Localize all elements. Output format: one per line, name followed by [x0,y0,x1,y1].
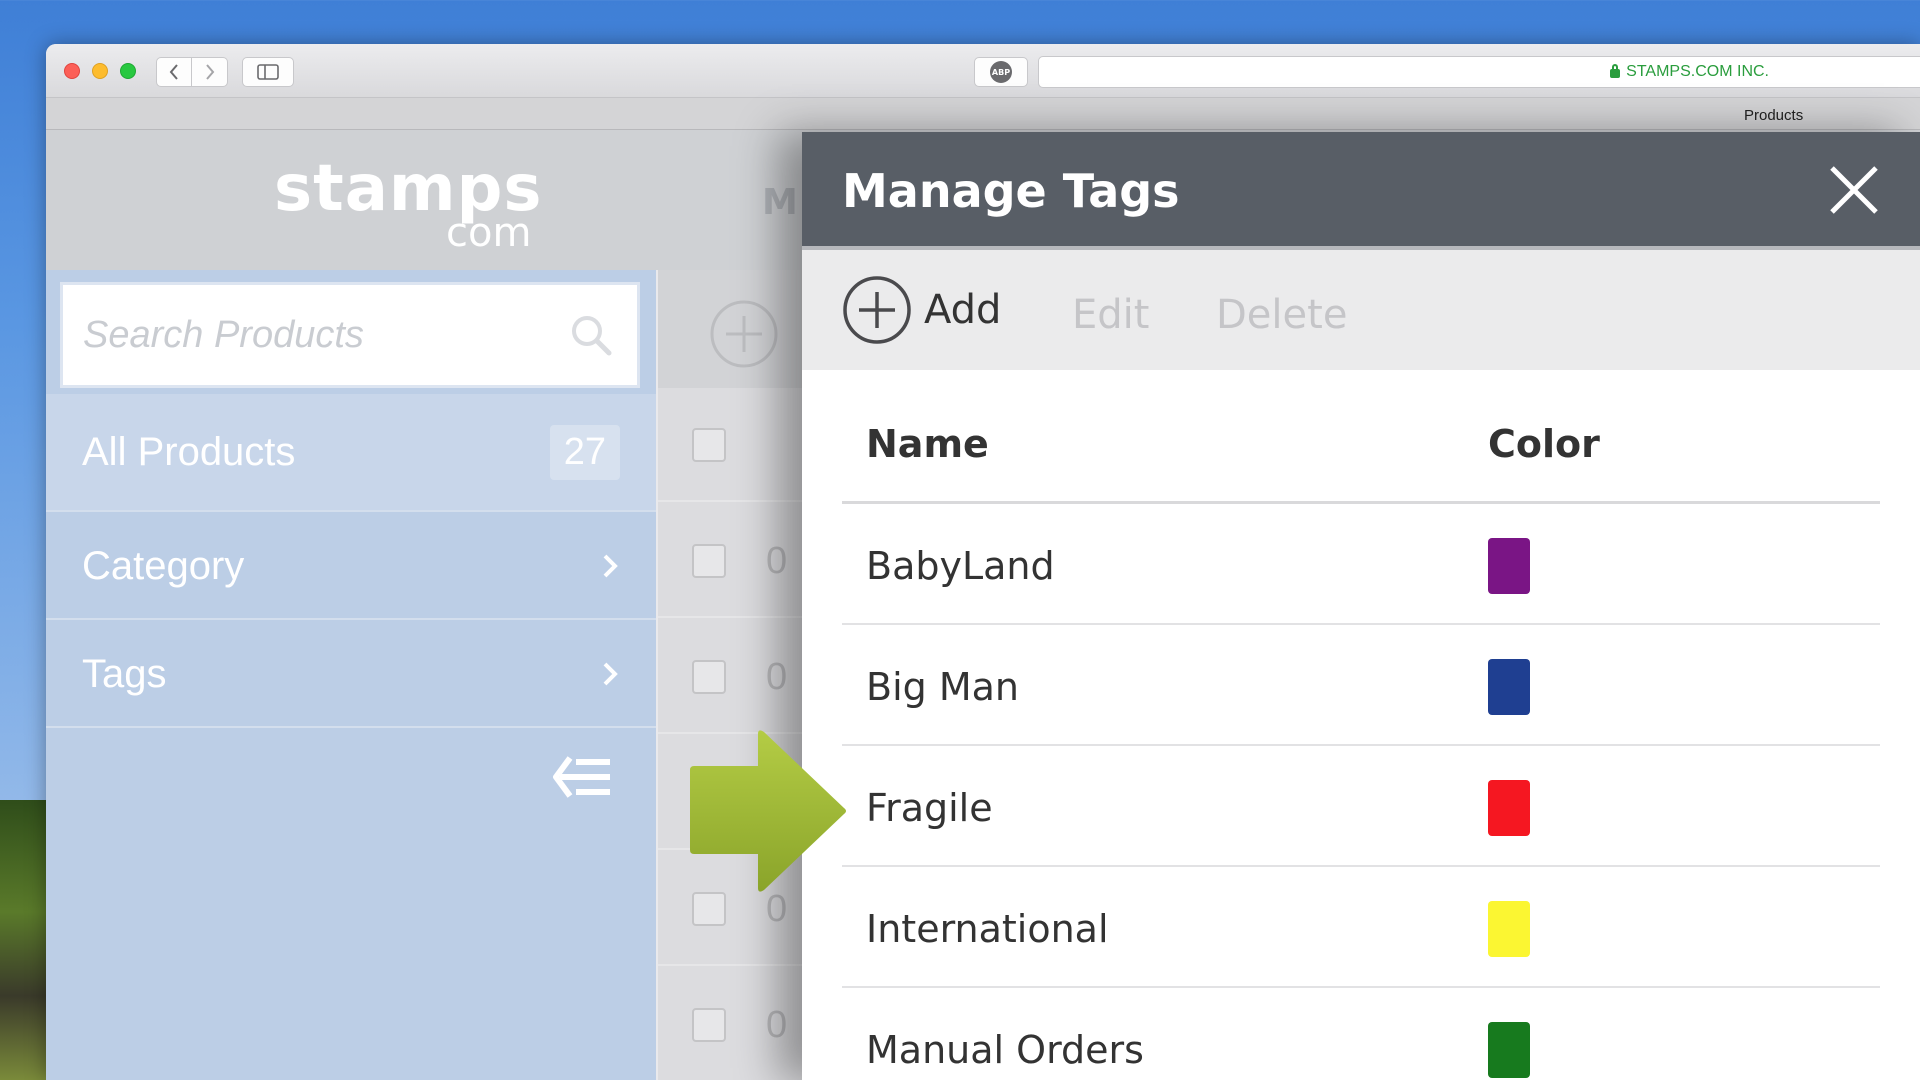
adblock-button[interactable]: ABP [974,57,1028,87]
chevron-right-icon [205,64,214,80]
dialog-header: Manage Tags [802,132,1920,250]
color-swatch [1488,1022,1530,1078]
tag-name: Manual Orders [866,1028,1144,1072]
tag-row[interactable]: Big Man [842,625,1880,746]
plus-circle-icon [843,276,911,344]
tag-name: Big Man [866,665,1019,709]
tag-name: Fragile [866,786,993,830]
tab-bar: Products [46,98,1920,130]
back-button[interactable] [156,57,192,87]
chevron-right-icon [603,662,618,686]
tab-products[interactable]: Products [1744,107,1803,124]
close-window-button[interactable] [64,63,80,79]
forward-button[interactable] [192,57,228,87]
row-checkbox[interactable] [692,660,726,694]
tags-table: Name Color BabyLand Big Man Fragile Inte… [842,370,1880,1080]
dialog-title: Manage Tags [842,164,1180,218]
row-checkbox[interactable] [692,544,726,578]
edit-tag-button[interactable]: Edit [1072,292,1149,338]
search-icon[interactable] [567,311,615,359]
color-swatch [1488,901,1530,957]
tag-row[interactable]: BabyLand [842,504,1880,625]
desktop-background [0,800,46,1080]
row-checkbox[interactable] [692,892,726,926]
dialog-actions: Add Edit Delete [802,250,1920,370]
row-checkbox[interactable] [692,1008,726,1042]
sidebar-item-label: All Products [82,429,296,474]
tag-row[interactable]: Fragile [842,746,1880,867]
count-badge: 27 [549,424,620,480]
lock-icon [1610,63,1621,78]
sidebar-icon [257,64,279,80]
adblock-icon: ABP [990,61,1012,83]
chevron-right-icon [603,554,618,578]
color-swatch [1488,538,1530,594]
row-text: 0 [766,656,788,698]
add-label: Add [924,287,1002,333]
color-swatch [1488,780,1530,836]
url-org-label: STAMPS.COM INC. [1626,63,1769,80]
column-header-name[interactable]: Name [866,422,989,466]
collapse-sidebar-icon[interactable] [552,754,614,800]
manage-tags-dialog: Manage Tags Add Edit Delete Name Color B… [802,132,1920,1080]
tag-name: BabyLand [866,544,1055,588]
sidebar: All Products 27 Category Tags [46,270,656,1080]
sidebar-item-tags[interactable]: Tags [46,622,656,728]
sidebar-item-label: Category [82,543,245,588]
column-header-color[interactable]: Color [1488,422,1600,466]
search-box [60,282,640,388]
tag-name: International [866,907,1109,951]
sidebar-item-all-products[interactable]: All Products 27 [46,394,656,512]
sidebar-item-category[interactable]: Category [46,514,656,620]
zoom-window-button[interactable] [120,63,136,79]
minimize-window-button[interactable] [92,63,108,79]
add-product-icon[interactable] [708,298,780,370]
search-input[interactable] [83,313,553,357]
sidebar-item-label: Tags [82,651,167,696]
row-text: 0 [766,1004,788,1046]
arrow-pointer-icon [690,730,846,892]
close-icon[interactable] [1828,164,1880,216]
sidebar-toggle-button[interactable] [242,57,294,87]
row-text: 0 [766,888,788,930]
page-title: M [762,182,798,223]
table-header: Name Color [842,370,1880,504]
tag-row[interactable]: Manual Orders [842,988,1880,1080]
add-tag-button[interactable]: Add [842,276,1001,344]
row-text: 0 [766,540,788,582]
chevron-left-icon [169,64,178,80]
tag-row[interactable]: International [842,867,1880,988]
address-bar[interactable]: STAMPS.COM INC. [1038,56,1920,88]
stamps-logo-com: com [446,210,532,256]
delete-tag-button[interactable]: Delete [1216,292,1347,338]
select-all-checkbox[interactable] [692,428,726,462]
color-swatch [1488,659,1530,715]
browser-toolbar: ABP STAMPS.COM INC. [46,44,1920,98]
